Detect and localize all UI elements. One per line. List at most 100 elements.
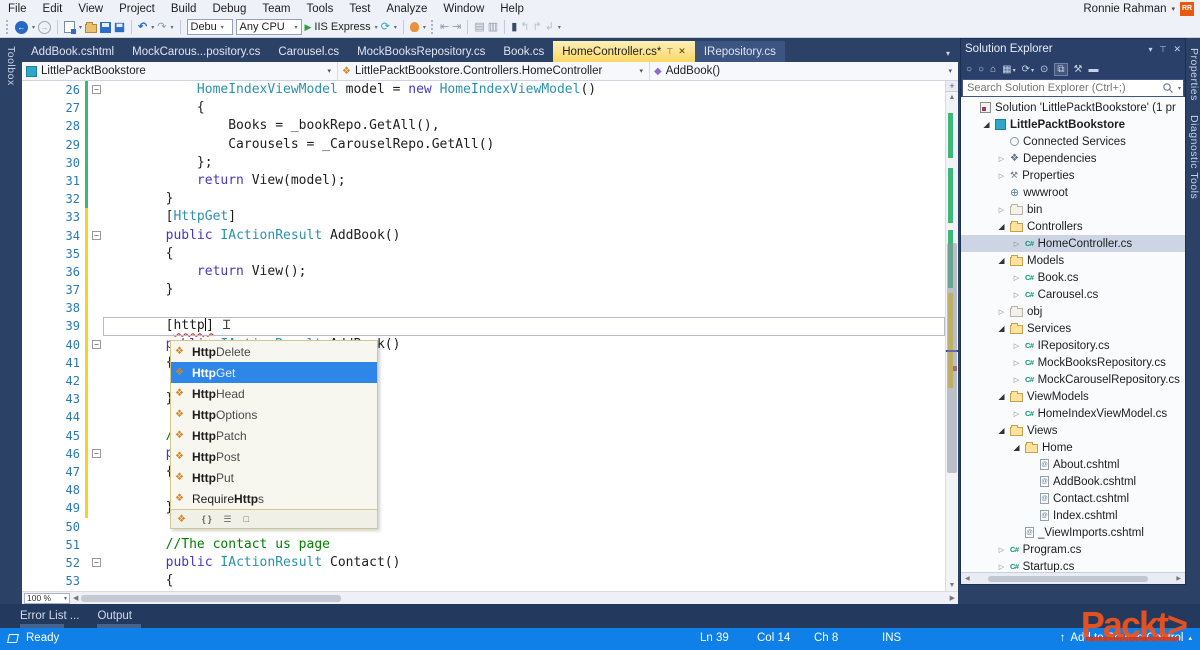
code-area[interactable]: 26 − HomeIndexViewModel model = new HomeI… (22, 81, 945, 591)
menu-item-project[interactable]: Project (111, 2, 163, 16)
fold-collapse-icon[interactable]: − (92, 448, 101, 458)
menu-item-file[interactable]: File (0, 2, 35, 16)
save-all-icon[interactable] (114, 22, 125, 32)
properties-icon[interactable]: ⚒ (1074, 64, 1083, 75)
tab-irepository-cs[interactable]: IRepository.cs (694, 41, 785, 62)
sync-icon[interactable]: ⊙ (1040, 64, 1048, 75)
toolbar-overflow-icon[interactable]: ▾ (423, 24, 426, 31)
menu-item-view[interactable]: View (70, 2, 111, 16)
search-input[interactable] (963, 82, 1162, 94)
menu-item-window[interactable]: Window (435, 2, 492, 16)
menu-item-team[interactable]: Team (254, 2, 298, 16)
filter-box-icon[interactable]: □ (244, 514, 249, 524)
chevron-down-icon[interactable]: ▾ (151, 24, 154, 31)
tree-item-program-cs[interactable]: ▷ C# Program.cs (961, 541, 1185, 558)
platform-dropdown[interactable]: Any CPU ▾ (235, 19, 302, 35)
scroll-up-icon[interactable]: ▲ (946, 92, 958, 103)
code-editor[interactable]: 26 − HomeIndexViewModel model = new HomeI… (22, 81, 958, 591)
collapse-icon[interactable]: ◢ (997, 324, 1006, 333)
toolbar-grip[interactable] (6, 20, 10, 34)
solution-explorer-horizontal-scrollbar[interactable]: ◀ ▶ (961, 572, 1185, 584)
tab-homecontroller-cs-[interactable]: HomeController.cs* ⊤ ✕ (553, 41, 695, 62)
completion-item-requirehttps[interactable]: ❖ RequireHttps (171, 488, 377, 509)
next-bookmark-icon[interactable]: ↱ (532, 20, 541, 34)
expand-icon[interactable]: ▷ (1012, 342, 1021, 350)
indent-increase-icon[interactable]: ⇥ (452, 20, 461, 34)
editor-zoom-dropdown[interactable]: 100 % ▾ (24, 592, 70, 604)
search-icon[interactable] (1162, 82, 1174, 94)
chevron-down-icon[interactable]: ▾ (170, 24, 173, 31)
prev-bookmark-icon[interactable]: ↰ (520, 20, 529, 34)
chevron-down-icon[interactable]: ▾ (394, 24, 397, 31)
solution-explorer-titlebar[interactable]: Solution Explorer ▾ ⊤ ✕ (961, 39, 1185, 59)
tree-item-book-cs[interactable]: ▷ C# Book.cs (961, 269, 1185, 286)
sync-with-active-document-icon[interactable]: ⧉ (1054, 62, 1068, 76)
tab-carousel-cs[interactable]: Carousel.cs (269, 41, 348, 62)
code-line-27[interactable]: { (103, 99, 945, 117)
chevron-down-icon[interactable]: ▾ (1148, 45, 1152, 54)
expand-icon[interactable]: ▷ (1012, 291, 1021, 299)
code-line-51[interactable]: //The contact us page (103, 536, 945, 554)
toolbar-grip[interactable] (430, 20, 435, 34)
completion-item-httpget[interactable]: ❖ HttpGet (171, 362, 377, 383)
breadcrumb-member-dropdown[interactable]: ◆ AddBook() ▾ (650, 62, 958, 80)
code-line-35[interactable]: { (103, 245, 945, 263)
tree-item-dependencies[interactable]: ▷ ❖ Dependencies (961, 150, 1185, 167)
add-to-source-control-button[interactable]: ↑ Add to Source Control ▴ (1060, 632, 1192, 644)
tree-item-startup-cs[interactable]: ▷ C# Startup.cs (961, 558, 1185, 573)
collapse-icon[interactable]: ◢ (982, 120, 991, 129)
tab-addbook-cshtml[interactable]: AddBook.cshtml (22, 41, 123, 62)
expand-icon[interactable]: ▷ (997, 172, 1006, 180)
tree-item-home[interactable]: ◢ Home (961, 439, 1185, 456)
tree-item-homecontroller-cs[interactable]: ▷ C# HomeController.cs (961, 235, 1185, 252)
code-line-32[interactable]: } (103, 190, 945, 208)
code-line-38[interactable] (103, 299, 945, 317)
pin-icon[interactable]: ⊤ (666, 47, 673, 56)
solution-search[interactable]: ▾ (962, 79, 1184, 97)
tree-item-views[interactable]: ◢ Views (961, 422, 1185, 439)
toolbar-overflow-icon[interactable]: ▾ (558, 24, 561, 31)
close-icon[interactable]: ✕ (678, 46, 686, 57)
expand-icon[interactable]: ▷ (997, 206, 1006, 214)
fold-collapse-icon[interactable]: − (92, 339, 101, 349)
menu-item-test[interactable]: Test (341, 2, 378, 16)
completion-item-httppost[interactable]: ❖ HttpPost (171, 446, 377, 467)
code-line-52[interactable]: public IActionResult Contact() (103, 554, 945, 572)
menu-item-debug[interactable]: Debug (204, 2, 254, 16)
new-project-icon[interactable] (64, 21, 77, 34)
code-line-28[interactable]: Books = _bookRepo.GetAll(), (103, 117, 945, 135)
tree-item-carousel-cs[interactable]: ▷ C# Carousel.cs (961, 286, 1185, 303)
back-icon[interactable]: ○ (966, 64, 972, 75)
completion-item-httphead[interactable]: ❖ HttpHead (171, 383, 377, 404)
tree-item-connected-services[interactable]: Connected Services (961, 133, 1185, 150)
tree-item-controllers[interactable]: ◢ Controllers (961, 218, 1185, 235)
editor-vertical-scrollbar[interactable]: + ▲ ▼ (945, 81, 958, 591)
scrollbar-thumb[interactable] (81, 594, 342, 602)
tree-item-addbook-cshtml[interactable]: @ AddBook.cshtml (961, 473, 1185, 490)
tree-item-wwwroot[interactable]: ⊕ wwwroot (961, 184, 1185, 201)
expand-icon[interactable]: ▷ (997, 155, 1006, 163)
completion-item-httpput[interactable]: ❖ HttpPut (171, 467, 377, 488)
tree-item-bin[interactable]: ▷ bin (961, 201, 1185, 218)
collapse-icon[interactable]: ◢ (997, 222, 1006, 231)
start-debug-icon[interactable]: ▶ (305, 20, 312, 34)
comment-icon[interactable]: ▤ (474, 20, 484, 34)
side-tab-properties[interactable]: Properties (1186, 48, 1200, 101)
collapse-icon[interactable]: ◢ (997, 392, 1006, 401)
chevron-down-icon[interactable]: ▾ (32, 24, 35, 31)
expand-icon[interactable]: ▷ (1012, 359, 1021, 367)
fold-collapse-icon[interactable]: − (92, 557, 101, 567)
code-line-33[interactable]: [HttpGet] (103, 208, 945, 226)
tab-mockcarous-pository-cs[interactable]: MockCarous...pository.cs (123, 41, 269, 62)
pending-changes-filter-icon[interactable]: ⟳▾ (1022, 64, 1034, 75)
navigate-back-icon[interactable]: ← (15, 20, 28, 34)
chevron-down-icon[interactable]: ▾ (1178, 85, 1181, 92)
chevron-down-icon[interactable]: ▾ (79, 24, 82, 31)
scrollbar-thumb[interactable] (947, 243, 957, 473)
home-icon[interactable]: ⌂ (990, 64, 996, 75)
tree-item-about-cshtml[interactable]: @ About.cshtml (961, 456, 1185, 473)
expand-icon[interactable]: ▷ (997, 546, 1006, 554)
open-file-icon[interactable] (85, 22, 98, 33)
debug-config-dropdown[interactable]: Debu ▾ (186, 19, 233, 35)
menu-item-edit[interactable]: Edit (35, 2, 71, 16)
